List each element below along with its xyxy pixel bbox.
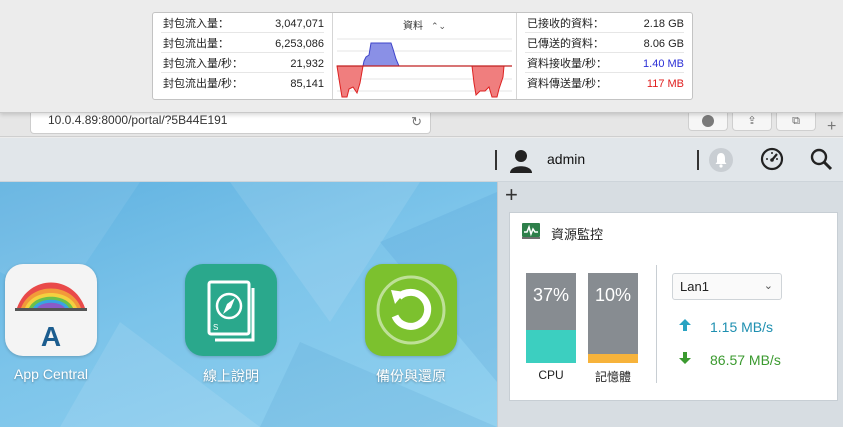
header-divider [495,150,497,170]
stat-label: 封包流入量： [163,18,229,30]
cpu-label: CPU [538,368,564,382]
packet-row: 封包流出量： 6,253,086 [161,33,324,53]
widget-divider [656,265,657,383]
network-graph-column: 資料 ⌃⌄ [333,13,516,99]
stat-label: 封包流入量/秒： [163,58,244,70]
url-text: 10.0.4.89:8000/portal/?5B44E191 [48,113,228,127]
stat-label: 封包流出量/秒： [163,78,244,90]
packet-stats: 封包流入量： 3,047,071 封包流出量： 6,253,086 封包流入量/秒：… [153,13,333,99]
packet-row: 封包流入量/秒： 21,932 [161,53,324,73]
download-rate: 86.57 MB/s [678,351,781,368]
cpu-usage-bar: 37% [526,273,576,363]
svg-text:A: A [41,321,61,352]
interface-value: Lan1 [680,279,709,294]
bell-icon[interactable] [709,148,733,172]
download-icon [702,115,714,127]
cpu-percent: 37% [532,285,570,305]
stat-value: 117 MB [646,78,684,90]
data-row: 已傳送的資料： 8.06 GB [525,33,684,53]
stat-label: 資料傳送量/秒： [527,78,608,90]
outgoing-traffic-area [336,65,364,98]
memory-usage-bar: 10% [588,273,638,363]
data-stats: 已接收的資料： 2.18 GB 已傳送的資料： 8.06 GB 資料接收量/秒： 1.… [516,13,692,99]
tabs-overview-button[interactable]: ⧉ [776,113,816,131]
stat-label: 資料接收量/秒： [527,58,608,70]
share-button[interactable]: ⇪ [732,113,772,131]
app-central-shortcut[interactable]: A App Central [0,264,111,382]
stat-value: 3,047,071 [275,18,324,30]
app-central-graphic: A [15,282,87,352]
data-type-label: 資料 [402,21,423,32]
online-help-icon[interactable]: S [185,264,277,356]
updown-chevron-icon: ⌃⌄ [430,21,447,31]
stat-value: 85,141 [290,78,324,90]
add-widget-button[interactable]: + [505,184,518,206]
bell-glyph-icon [715,153,727,168]
adm-header-bar: admin [0,138,843,182]
username-label[interactable]: admin [547,151,585,167]
cpu-usage-fill [526,329,576,363]
stat-value: 1.40 MB [643,58,684,70]
data-type-selector[interactable]: 資料 ⌃⌄ [333,17,516,33]
tabs-icon: ⧉ [792,115,800,127]
backup-restore-graphic [376,275,446,345]
resource-monitor-icon [522,223,540,239]
download-arrow-icon [678,351,696,368]
data-row: 資料傳送量/秒： 117 MB [525,73,684,93]
stat-value: 6,253,086 [275,38,324,50]
desktop-area: A App Central S 線上說明 備份與還原 [0,182,497,427]
browser-toolbar: 10.0.4.89:8000/portal/?5B44E191 ↻ ⇪ ⧉ + [0,111,843,137]
svg-text:S: S [213,323,218,332]
data-row: 資料接收量/秒： 1.40 MB [525,53,684,73]
downloads-button[interactable] [688,113,728,131]
app-label: 線上說明 [203,368,259,384]
reload-icon[interactable]: ↻ [411,114,422,130]
stat-label: 已接收的資料： [527,18,604,30]
upload-arrow-icon [678,318,696,335]
help-book-graphic: S [207,280,255,342]
app-label: App Central [14,366,88,382]
packet-row: 封包流入量： 3,047,071 [161,13,324,33]
network-stats-panel: 封包流入量： 3,047,071 封包流出量： 6,253,086 封包流入量/秒：… [152,12,693,100]
stat-label: 封包流出量： [163,38,229,50]
header-divider [697,150,699,170]
backup-restore-shortcut[interactable]: 備份與還原 [351,264,471,386]
stat-value: 8.06 GB [643,38,684,50]
share-icon: ⇪ [747,115,757,127]
data-row: 已接收的資料： 2.18 GB [525,13,684,33]
url-field[interactable]: 10.0.4.89:8000/portal/?5B44E191 ↻ [30,111,431,134]
network-interface-select[interactable]: Lan1 ⌄ [672,273,782,300]
online-help-shortcut[interactable]: S 線上說明 [171,264,291,386]
dashboard-icon[interactable] [759,146,785,172]
new-tab-button[interactable]: + [827,118,836,136]
stat-value: 2.18 GB [643,18,684,30]
outgoing-traffic-area-right [471,65,505,98]
memory-usage-fill [588,354,638,363]
memory-percent: 10% [594,285,632,305]
network-traffic-graph [336,38,512,98]
upload-value: 1.15 MB/s [710,319,774,335]
resource-monitor-widget: 資源監控 37% CPU 10% 記憶體 Lan1 ⌄ 1.15 MB/s 86… [509,212,838,401]
search-icon[interactable] [808,146,834,172]
widget-title: 資源監控 [551,227,604,242]
app-central-icon[interactable]: A [5,264,97,356]
download-value: 86.57 MB/s [710,352,781,368]
memory-label: 記憶體 [594,370,631,384]
packet-row: 封包流出量/秒： 85,141 [161,73,324,93]
incoming-traffic-area [362,42,400,67]
activity-monitor-window: 封包流入量： 3,047,071 封包流出量： 6,253,086 封包流入量/秒：… [0,0,843,113]
widget-panel: + 資源監控 37% CPU 10% 記憶體 Lan1 ⌄ 1.15 MB/s [497,182,843,427]
stat-label: 已傳送的資料： [527,38,604,50]
app-label: 備份與還原 [376,368,446,384]
user-avatar-icon[interactable] [508,147,534,173]
chevron-down-icon: ⌄ [763,280,773,292]
upload-rate: 1.15 MB/s [678,318,773,335]
stat-value: 21,932 [290,58,324,70]
backup-restore-icon[interactable] [365,264,457,356]
